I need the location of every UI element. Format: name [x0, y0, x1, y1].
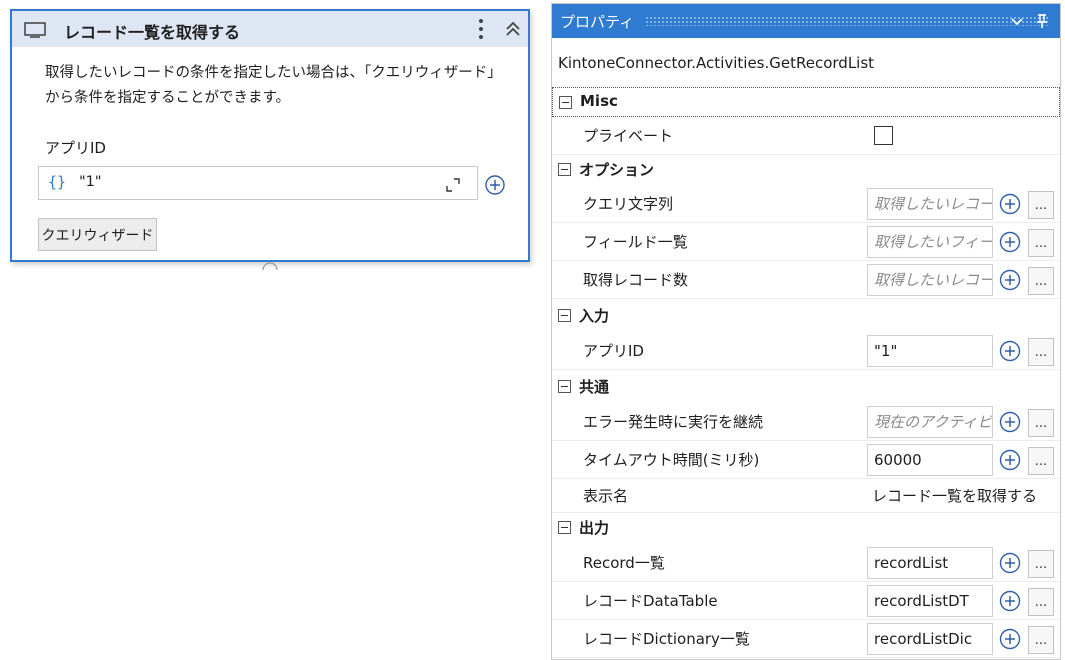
- property-name: クエリ文字列: [583, 195, 674, 213]
- property-row-display-name: 表示名 レコード一覧を取得する: [552, 479, 1060, 513]
- record-datatable-input[interactable]: recordListDT: [867, 585, 993, 617]
- ellipsis-button[interactable]: ...: [1028, 409, 1054, 437]
- property-name: 取得レコード数: [583, 271, 689, 289]
- property-name: レコードDataTable: [583, 592, 718, 610]
- expand-icon[interactable]: [445, 177, 461, 193]
- activity-header[interactable]: レコード一覧を取得する: [12, 11, 528, 47]
- activity-title: レコード一覧を取得する: [64, 23, 241, 42]
- property-name: アプリID: [583, 342, 644, 360]
- collapse-toggle-icon[interactable]: [559, 96, 572, 109]
- property-name: Record一覧: [583, 554, 665, 572]
- ellipsis-button[interactable]: ...: [1028, 338, 1054, 366]
- property-row-record-datatable: レコードDataTable recordListDT ...: [552, 582, 1060, 620]
- property-value-area: 現在のアクティビ ...: [864, 403, 1060, 441]
- ellipsis-button[interactable]: ...: [1028, 626, 1054, 654]
- query-wizard-button[interactable]: クエリウィザード: [38, 218, 157, 251]
- window-icon: [24, 22, 46, 38]
- category-label: 出力: [579, 519, 610, 537]
- activity-description: 取得したいレコードの条件を指定したい場合は、「クエリウィザード」から条件を指定す…: [45, 65, 502, 106]
- plus-circle-icon[interactable]: [998, 589, 1022, 613]
- property-value-area: 取得したいレコー ...: [864, 261, 1060, 299]
- property-name: 表示名: [583, 487, 629, 505]
- ellipsis-button[interactable]: ...: [1028, 229, 1054, 257]
- category-label: 共通: [579, 378, 610, 396]
- collapse-toggle-icon[interactable]: [558, 380, 571, 393]
- property-value-area: レコード一覧を取得する: [864, 479, 1060, 513]
- category-misc[interactable]: Misc: [552, 87, 1060, 117]
- continue-on-error-input[interactable]: 現在のアクティビ: [867, 406, 993, 438]
- plus-circle-icon[interactable]: [998, 339, 1022, 363]
- properties-panel: プロパティ KintoneConnector.Activities.GetRec…: [551, 3, 1061, 660]
- count-input[interactable]: 取得したいレコー: [867, 264, 993, 296]
- plus-circle-icon[interactable]: [998, 551, 1022, 575]
- fields-input[interactable]: 取得したいフィー: [867, 226, 993, 258]
- property-row-fields: フィールド一覧 取得したいフィー ...: [552, 223, 1060, 261]
- property-row-continue-on-error: エラー発生時に実行を継続 現在のアクティビ ...: [552, 403, 1060, 441]
- category-label: オプション: [579, 161, 655, 179]
- app-id-input[interactable]: {} "1": [38, 166, 478, 200]
- category-output[interactable]: 出力: [552, 513, 1060, 543]
- category-label: Misc: [580, 92, 618, 110]
- plus-circle-icon[interactable]: [998, 268, 1022, 292]
- timeout-input[interactable]: 60000: [867, 444, 993, 476]
- activity-class-name: KintoneConnector.Activities.GetRecordLis…: [558, 54, 875, 72]
- chevron-down-icon[interactable]: [1008, 12, 1026, 30]
- title-grip-pattern: [645, 16, 1050, 26]
- properties-title: プロパティ: [560, 13, 635, 31]
- property-name: エラー発生時に実行を継続: [583, 413, 764, 431]
- record-dictionary-input[interactable]: recordListDic: [867, 623, 993, 655]
- property-value-area: 取得したいフィー ...: [864, 223, 1060, 261]
- record-list-input[interactable]: recordList: [867, 547, 993, 579]
- property-row-count: 取得レコード数 取得したいレコー ...: [552, 261, 1060, 299]
- expression-brace-icon: {}: [48, 173, 67, 191]
- property-name: レコードDictionary一覧: [583, 630, 750, 648]
- plus-circle-icon[interactable]: [998, 448, 1022, 472]
- plus-circle-icon[interactable]: [998, 230, 1022, 254]
- ellipsis-button[interactable]: ...: [1028, 550, 1054, 578]
- collapse-toggle-icon[interactable]: [558, 163, 571, 176]
- display-name-value[interactable]: レコード一覧を取得する: [872, 479, 1037, 513]
- collapse-toggle-icon[interactable]: [558, 309, 571, 322]
- pin-icon[interactable]: [1034, 12, 1050, 30]
- property-value-area: 取得したいレコー ...: [864, 185, 1060, 223]
- private-checkbox[interactable]: [874, 126, 893, 145]
- plus-circle-icon[interactable]: [998, 192, 1022, 216]
- property-value-area: recordListDT ...: [864, 582, 1060, 620]
- property-row-query: クエリ文字列 取得したいレコー ...: [552, 185, 1060, 223]
- property-value-area: 60000 ...: [864, 441, 1060, 479]
- category-options[interactable]: オプション: [552, 155, 1060, 185]
- property-value-area: [864, 117, 1060, 155]
- app-id-label: アプリID: [45, 139, 106, 157]
- collapse-toggle-icon[interactable]: [558, 521, 571, 534]
- ellipsis-button[interactable]: ...: [1028, 588, 1054, 616]
- property-value-area: recordList ...: [864, 544, 1060, 582]
- property-name: タイムアウト時間(ミリ秒): [583, 451, 760, 469]
- property-row-app-id: アプリID "1" ...: [552, 332, 1060, 370]
- property-row-private: プライベート: [552, 117, 1060, 155]
- property-value-area: recordListDic ...: [864, 620, 1060, 658]
- activity-card[interactable]: レコード一覧を取得する 取得したいレコードの条件を指定したい場合は、「クエリウィ…: [10, 9, 530, 262]
- category-label: 入力: [579, 307, 610, 325]
- category-common[interactable]: 共通: [552, 372, 1060, 402]
- kebab-icon[interactable]: [474, 16, 488, 42]
- double-chevron-up-icon[interactable]: [504, 20, 522, 38]
- ellipsis-button[interactable]: ...: [1028, 447, 1054, 475]
- add-variable-icon[interactable]: [484, 174, 506, 196]
- property-row-timeout: タイムアウト時間(ミリ秒) 60000 ...: [552, 441, 1060, 479]
- query-input[interactable]: 取得したいレコー: [867, 188, 993, 220]
- ellipsis-button[interactable]: ...: [1028, 191, 1054, 219]
- connector-grip-icon[interactable]: [262, 262, 278, 270]
- property-row-record-list: Record一覧 recordList ...: [552, 544, 1060, 582]
- property-name: プライベート: [583, 127, 674, 145]
- property-row-record-dictionary: レコードDictionary一覧 recordListDic ...: [552, 620, 1060, 658]
- plus-circle-icon[interactable]: [998, 627, 1022, 651]
- app-id-value: "1": [79, 174, 102, 190]
- property-name: フィールド一覧: [583, 233, 688, 251]
- property-value-area: "1" ...: [864, 332, 1060, 370]
- app-id-property-input[interactable]: "1": [867, 335, 993, 367]
- plus-circle-icon[interactable]: [998, 410, 1022, 434]
- ellipsis-button[interactable]: ...: [1028, 267, 1054, 295]
- category-input[interactable]: 入力: [552, 301, 1060, 331]
- properties-title-bar[interactable]: プロパティ: [552, 4, 1060, 38]
